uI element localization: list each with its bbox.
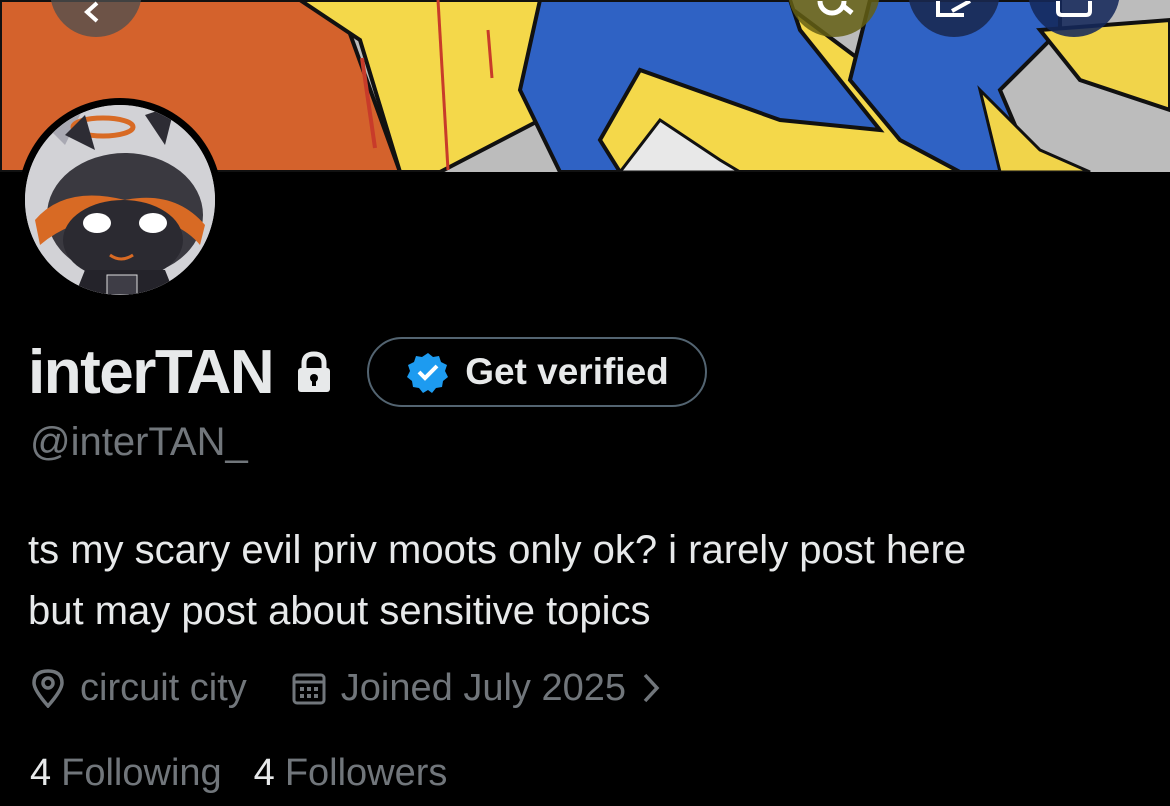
following-link[interactable]: 4 Following — [30, 752, 222, 795]
joined-text: Joined July 2025 — [340, 666, 627, 709]
following-label: Following — [61, 751, 222, 794]
display-name: interTAN — [28, 337, 275, 407]
avatar-artwork — [25, 105, 215, 295]
profile-bio: ts my scary evil priv moots only ok? i r… — [28, 520, 1148, 642]
lock-icon — [295, 351, 333, 393]
avatar[interactable] — [18, 98, 222, 302]
name-row: interTAN Get verified — [28, 336, 707, 408]
follow-stats: 4 Following 4 Followers — [30, 748, 447, 798]
avatar-image — [25, 105, 215, 295]
calendar-icon — [292, 673, 326, 705]
location-text: circuit city — [80, 666, 247, 709]
get-verified-button[interactable]: Get verified — [367, 337, 707, 407]
location-item: circuit city — [30, 667, 247, 710]
verified-badge-icon — [407, 353, 449, 393]
followers-link[interactable]: 4 Followers — [254, 752, 448, 795]
chevron-right-icon — [643, 673, 660, 703]
location-pin-icon — [32, 669, 64, 708]
profile-handle: @interTAN_ — [30, 420, 248, 464]
compose-icon — [936, 1, 971, 17]
following-count: 4 — [30, 751, 52, 794]
search-icon — [817, 1, 854, 16]
get-verified-label: Get verified — [465, 351, 669, 392]
profile-screen: interTAN Get verified @interTAN_ ts my s… — [0, 0, 1170, 806]
back-arrow-icon — [84, 1, 99, 23]
bio-line: but may post about sensitive topics — [28, 589, 651, 633]
followers-label: Followers — [284, 751, 448, 794]
followers-count: 4 — [253, 751, 275, 794]
profile-meta: circuit city Joined July 2025 — [30, 662, 662, 714]
more-icon — [1056, 1, 1092, 17]
joined-item[interactable]: Joined July 2025 — [291, 667, 662, 710]
bio-line: ts my scary evil priv moots only ok? i r… — [28, 528, 967, 572]
